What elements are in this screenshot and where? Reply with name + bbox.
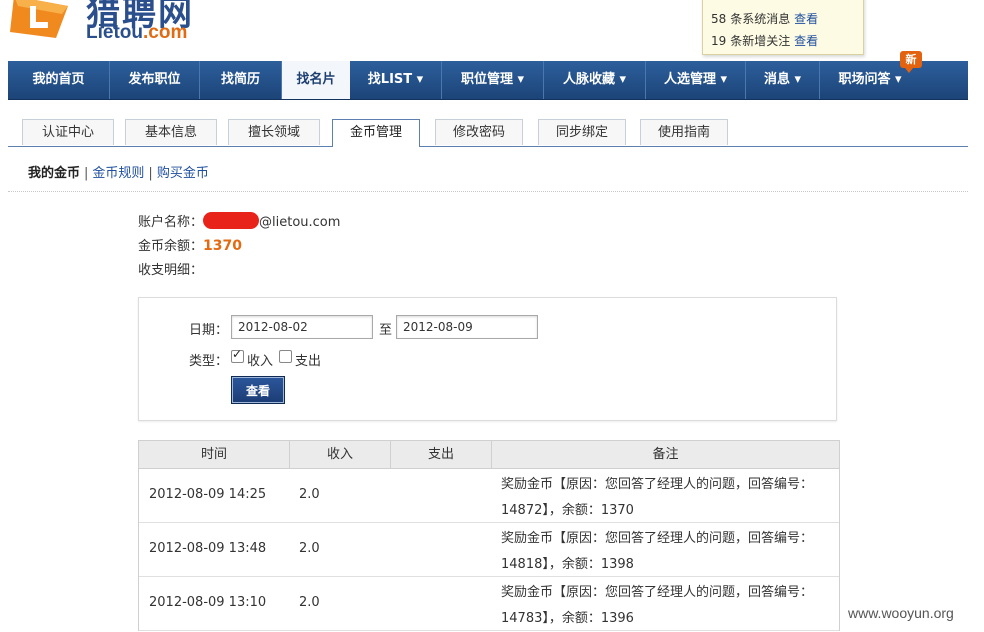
coin-rules-link[interactable]: 金币规则 (92, 166, 144, 181)
watermark: www.wooyun.org (848, 605, 954, 621)
expense-checkbox-label: 支出 (295, 354, 322, 369)
nav-find-cards[interactable]: 找名片 (282, 61, 350, 99)
row-income: 2.0 (299, 541, 320, 556)
row-note: 奖励金币【原因：您回答了经理人的问题，回答编号： 14818】，余额：1398 (501, 531, 814, 572)
section-divider (8, 191, 968, 192)
nav-find-list[interactable]: 找LIST ▾ (350, 61, 442, 99)
income-checkbox[interactable] (231, 347, 244, 363)
column-header-income: 收入 (290, 441, 391, 468)
nav-messages[interactable]: 消息 ▾ (746, 61, 820, 99)
row-time: 2012-08-09 13:10 (149, 595, 267, 610)
table-row: 2012-08-09 13:10 2.0 奖励金币【原因：您回答了经理人的问题，… (139, 577, 839, 631)
table-row: 2012-08-09 13:48 2.0 奖励金币【原因：您回答了经理人的问题，… (139, 523, 839, 577)
income-checkbox-label: 收入 (247, 354, 274, 369)
date-label: 日期： (189, 323, 229, 338)
coin-balance-value: 1370 (203, 238, 242, 254)
notification-system-messages: 58 条系统消息 查看 (711, 12, 819, 26)
notification-dropdown: 58 条系统消息 查看 19 条新增关注 查看 (702, 0, 864, 55)
nav-job-management[interactable]: 职位管理 ▾ (442, 61, 544, 99)
nav-contacts[interactable]: 人脉收藏 ▾ (544, 61, 646, 99)
coin-balance-label: 金币余额： (138, 239, 204, 254)
account-name-label: 账户名称： (138, 215, 204, 230)
main-nav: 我的首页 发布职位 找简历 找名片 找LIST ▾ 职位管理 ▾ 人脉收藏 ▾ … (8, 61, 968, 100)
column-header-note: 备注 (652, 447, 679, 462)
account-email-suffix: @lietou.com (259, 215, 341, 230)
logo-mark-icon (10, 0, 68, 38)
table-row: 2012-08-09 14:25 2.0 奖励金币【原因：您回答了经理人的问题，… (139, 469, 839, 523)
site-logo[interactable]: 猎聘网 Lietou.com (8, 0, 228, 48)
coin-sublinks: 我的金币 | 金币规则 | 购买金币 (28, 166, 209, 181)
transaction-filter-panel: 日期： 至 类型： 收入 支出 查看 (138, 297, 837, 421)
logo-english-text: Lietou.com (86, 22, 188, 43)
tab-basic-info[interactable]: 基本信息 (125, 119, 217, 145)
type-label: 类型： (189, 354, 229, 369)
transaction-detail-label: 收支明细： (138, 263, 204, 278)
new-badge: 新 (900, 51, 922, 73)
nav-find-resume[interactable]: 找简历 (200, 61, 282, 99)
row-note: 奖励金币【原因：您回答了经理人的问题，回答编号： 14872】，余额：1370 (501, 477, 814, 518)
row-time: 2012-08-09 13:48 (149, 541, 267, 556)
notification-new-followers: 19 条新增关注 查看 (711, 34, 819, 48)
tab-sync-binding[interactable]: 同步绑定 (538, 119, 626, 145)
redacted-email-mark (203, 212, 260, 229)
tab-coin-management[interactable]: 金币管理 (332, 119, 420, 147)
row-note: 奖励金币【原因：您回答了经理人的问题，回答编号： 14783】，余额：1396 (501, 585, 814, 626)
my-coins-current: 我的金币 (28, 166, 81, 181)
coin-balance-row: 金币余额：1370 (138, 235, 242, 254)
account-name-row: 账户名称： @lietou.com (138, 211, 340, 230)
date-to-label: 至 (379, 323, 393, 338)
view-button[interactable]: 查看 (231, 376, 285, 404)
column-header-time: 时间 (139, 441, 290, 468)
view-system-messages-link[interactable]: 查看 (794, 12, 818, 26)
nav-candidates[interactable]: 人选管理 ▾ (646, 61, 746, 99)
nav-home[interactable]: 我的首页 (8, 61, 110, 99)
account-subtabs: 认证中心 基本信息 擅长领域 金币管理 修改密码 同步绑定 使用指南 (8, 119, 968, 147)
row-income: 2.0 (299, 595, 320, 610)
nav-post-job[interactable]: 发布职位 (110, 61, 200, 99)
transactions-table: 时间 收入 支出 备注 2012-08-09 14:25 2.0 奖励金币【原因… (138, 440, 840, 631)
tab-user-guide[interactable]: 使用指南 (640, 119, 728, 145)
expense-checkbox[interactable] (279, 350, 292, 363)
table-header: 时间 收入 支出 备注 (139, 441, 839, 469)
date-from-input[interactable] (231, 315, 373, 339)
tab-verification[interactable]: 认证中心 (22, 119, 114, 145)
row-income: 2.0 (299, 487, 320, 502)
date-to-input[interactable] (396, 315, 538, 339)
buy-coins-link[interactable]: 购买金币 (157, 166, 209, 181)
tab-expertise[interactable]: 擅长领域 (228, 119, 320, 145)
view-new-followers-link[interactable]: 查看 (794, 34, 818, 48)
tab-change-password[interactable]: 修改密码 (435, 119, 523, 145)
row-time: 2012-08-09 14:25 (149, 487, 267, 502)
column-header-expense: 支出 (391, 441, 492, 468)
